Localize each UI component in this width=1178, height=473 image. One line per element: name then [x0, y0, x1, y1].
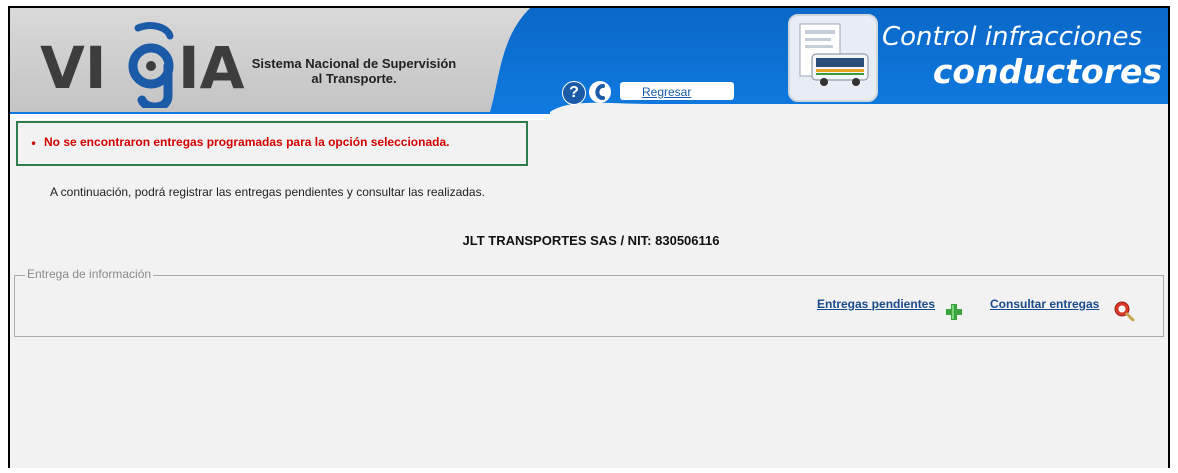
company-info: JLT TRANSPORTES SAS / NIT: 830506116 — [462, 233, 720, 248]
system-subtitle: Sistema Nacional de Supervisión al Trans… — [244, 56, 464, 86]
help-icon[interactable]: ? — [562, 81, 586, 105]
back-link[interactable]: Regresar — [642, 85, 691, 99]
bus-illustration — [788, 14, 878, 102]
search-icon[interactable] — [1113, 300, 1135, 322]
page-frame: VI IA Sistema Nacional de Supervisión al… — [8, 6, 1170, 468]
bus-icon — [799, 23, 869, 86]
alert-bullet: • — [30, 137, 38, 151]
pending-deliveries-link[interactable]: Entregas pendientes — [817, 297, 935, 311]
fieldset-legend: Entrega de información — [25, 267, 154, 281]
module-title-line-1: Control infracciones — [882, 22, 1143, 52]
intro-text: A continuación, podrá registrar las entr… — [50, 185, 485, 199]
subtitle-line-1: Sistema Nacional de Supervisión — [251, 56, 457, 71]
plus-icon[interactable] — [945, 303, 963, 321]
alert-box: • No se encontraron entregas programadas… — [16, 121, 528, 166]
vigia-logo-mark: VI IA — [40, 22, 245, 112]
consult-deliveries-link[interactable]: Consultar entregas — [990, 297, 1099, 311]
alert-message: No se encontraron entregas programadas p… — [44, 135, 450, 149]
delivery-fieldset: Entrega de información Entregas pendient… — [14, 267, 1164, 337]
module-title-line-2: conductores — [932, 52, 1162, 91]
subtitle-line-2: al Transporte. — [311, 71, 397, 86]
app-header: VI IA Sistema Nacional de Supervisión al… — [10, 8, 1168, 120]
back-icon[interactable] — [588, 80, 612, 104]
logo-text-vi: VI — [40, 34, 106, 102]
logo-text-ia: IA — [178, 34, 245, 102]
